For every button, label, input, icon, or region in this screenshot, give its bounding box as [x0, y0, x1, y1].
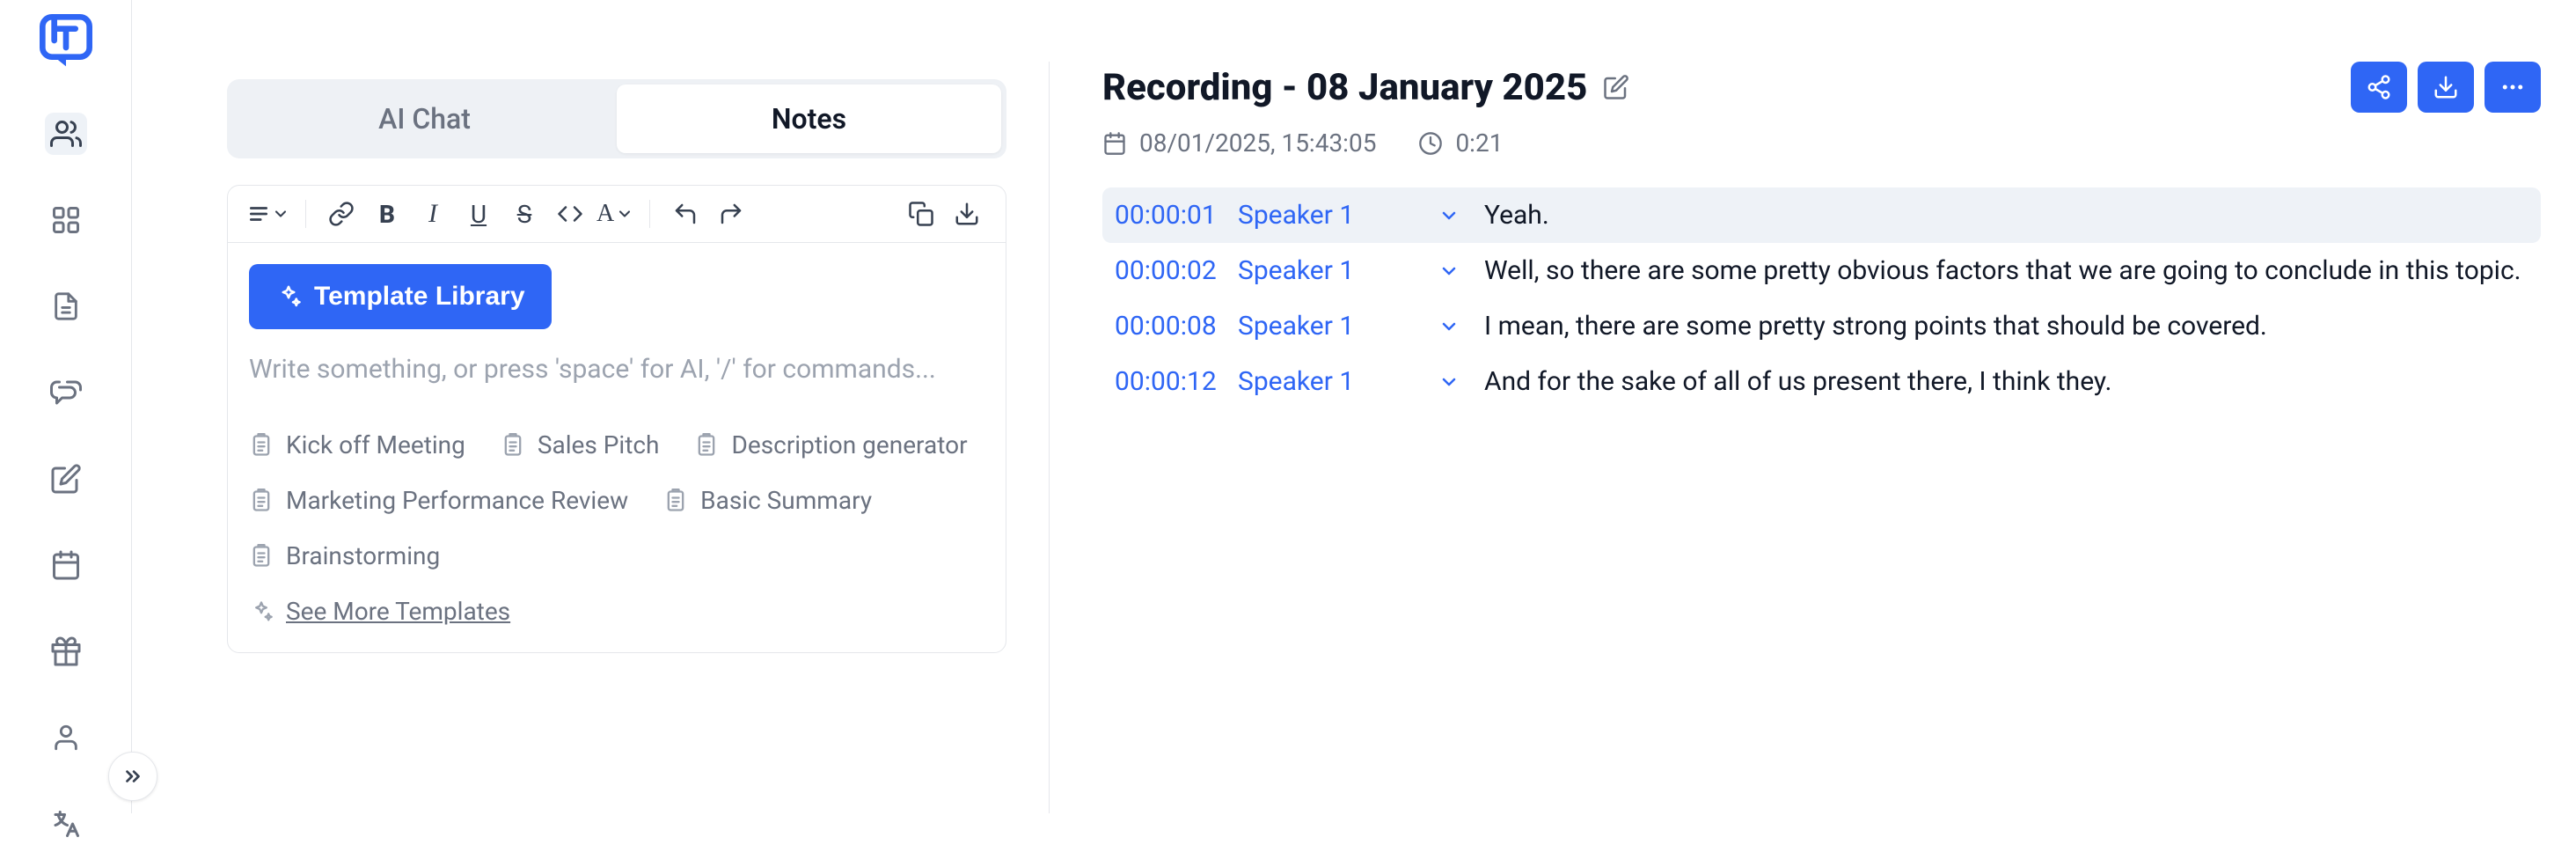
transcript-row[interactable]: 00:00:08Speaker 1 I mean, there are some …	[1102, 298, 2541, 354]
sidebar	[0, 0, 132, 813]
italic-icon[interactable]: I	[413, 195, 452, 233]
separator	[305, 200, 306, 228]
download-icon[interactable]	[948, 195, 986, 233]
transcript-row[interactable]: 00:00:02Speaker 1 Well, so there are some…	[1102, 243, 2541, 298]
recording-header: Recording - 08 January 2025	[1102, 62, 2541, 113]
template-item[interactable]: Basic Summary	[663, 486, 872, 515]
sidebar-item-gift[interactable]	[45, 630, 87, 672]
template-suggestions: Kick off Meeting Sales Pitch Description…	[228, 415, 1006, 652]
tabs: AI Chat Notes	[227, 79, 1006, 158]
download-recording-button[interactable]	[2418, 62, 2474, 113]
chevron-down-icon[interactable]	[1414, 371, 1484, 393]
sidebar-item-dashboard[interactable]	[45, 199, 87, 241]
transcript-text: And for the sake of all of us present th…	[1484, 366, 2528, 397]
template-item[interactable]: Sales Pitch	[501, 430, 660, 459]
transcript-row[interactable]: 00:00:01Speaker 1 Yeah.	[1102, 187, 2541, 243]
transcript-timestamp[interactable]: 00:00:12	[1115, 366, 1238, 397]
transcript-row[interactable]: 00:00:12Speaker 1 And for the sake of all…	[1102, 354, 2541, 409]
sidebar-nav	[45, 113, 87, 845]
recording-date: 08/01/2025, 15:43:05	[1102, 129, 1376, 158]
transcript-list: 00:00:01Speaker 1Yeah.00:00:02Speaker 1W…	[1102, 187, 2541, 409]
recording-title: Recording - 08 January 2025	[1102, 66, 1587, 109]
editor-placeholder[interactable]: Write something, or press 'space' for AI…	[228, 350, 1006, 415]
header-actions	[2351, 62, 2541, 113]
sidebar-expand-button[interactable]	[108, 752, 157, 801]
template-item[interactable]: Description generator	[694, 430, 967, 459]
transcript-timestamp[interactable]: 00:00:02	[1115, 255, 1238, 286]
paragraph-menu-icon[interactable]	[247, 195, 289, 233]
app-logo[interactable]	[38, 12, 94, 69]
template-item[interactable]: Kick off Meeting	[249, 430, 465, 459]
sidebar-item-people[interactable]	[45, 113, 87, 155]
chevron-down-icon[interactable]	[1414, 261, 1484, 282]
template-library-label: Template Library	[314, 282, 525, 312]
template-item[interactable]: Marketing Performance Review	[249, 486, 628, 515]
transcript-timestamp[interactable]: 00:00:01	[1115, 200, 1238, 231]
transcript-text: I mean, there are some pretty strong poi…	[1484, 311, 2528, 342]
transcript-timestamp[interactable]: 00:00:08	[1115, 311, 1238, 342]
recording-meta: 08/01/2025, 15:43:05 0:21	[1102, 129, 2541, 158]
sidebar-item-edit-note[interactable]	[45, 458, 87, 500]
underline-icon[interactable]: U	[459, 195, 498, 233]
sidebar-item-profile[interactable]	[45, 716, 87, 759]
tab-ai-chat[interactable]: AI Chat	[232, 84, 617, 153]
editor-toolbar: B I U S A	[228, 186, 1006, 243]
redo-icon[interactable]	[712, 195, 750, 233]
transcript-text: Well, so there are some pretty obvious f…	[1484, 255, 2528, 286]
template-library-button[interactable]: Template Library	[249, 264, 552, 329]
sidebar-item-translate[interactable]	[45, 803, 87, 845]
bold-icon[interactable]: B	[368, 195, 406, 233]
template-item[interactable]: Brainstorming	[249, 541, 984, 570]
sidebar-item-calendar[interactable]	[45, 544, 87, 586]
strikethrough-icon[interactable]: S	[505, 195, 544, 233]
editor-card: B I U S A	[227, 185, 1006, 653]
sidebar-item-document[interactable]	[45, 285, 87, 327]
undo-icon[interactable]	[666, 195, 705, 233]
transcript-speaker[interactable]: Speaker 1	[1238, 200, 1414, 231]
transcript-speaker[interactable]: Speaker 1	[1238, 311, 1414, 342]
copy-icon[interactable]	[902, 195, 940, 233]
text-color-icon[interactable]: A	[596, 195, 633, 233]
code-icon[interactable]	[551, 195, 589, 233]
transcript-pane: Recording - 08 January 2025 08/01/2025, …	[1050, 0, 2576, 813]
chevron-down-icon[interactable]	[1414, 316, 1484, 337]
sidebar-item-chat[interactable]	[45, 371, 87, 414]
share-button[interactable]	[2351, 62, 2407, 113]
edit-title-icon[interactable]	[1603, 74, 1629, 100]
notes-pane: AI Chat Notes B I U S A	[132, 0, 1049, 813]
link-icon[interactable]	[322, 195, 361, 233]
transcript-speaker[interactable]: Speaker 1	[1238, 366, 1414, 397]
more-actions-button[interactable]	[2485, 62, 2541, 113]
recording-duration: 0:21	[1418, 129, 1503, 158]
chevron-down-icon[interactable]	[1414, 205, 1484, 226]
see-more-templates-link[interactable]: See More Templates	[249, 597, 984, 626]
transcript-text: Yeah.	[1484, 200, 2528, 231]
separator	[649, 200, 650, 228]
tab-notes[interactable]: Notes	[617, 84, 1001, 153]
transcript-speaker[interactable]: Speaker 1	[1238, 255, 1414, 286]
